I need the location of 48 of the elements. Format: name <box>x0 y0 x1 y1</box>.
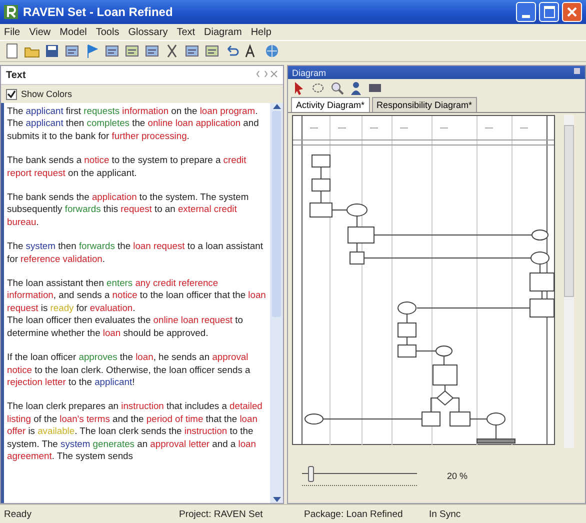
status-text: Ready <box>4 508 32 520</box>
status-text: Project: RAVEN Set <box>179 508 264 520</box>
close-icon <box>567 7 577 17</box>
show-colors-checkbox[interactable]: Show Colors <box>1 85 283 103</box>
zoom-slider[interactable] <box>302 464 417 486</box>
lasso-icon[interactable] <box>311 81 325 95</box>
vertical-scrollbar[interactable] <box>564 115 574 448</box>
status-text: In Sync <box>429 508 461 520</box>
app-logo-icon <box>4 5 18 19</box>
toolbar-icon[interactable] <box>184 43 200 59</box>
toolbar-icon[interactable] <box>204 43 220 59</box>
checkmark-icon <box>7 90 16 98</box>
magnifier-icon[interactable] <box>330 81 344 95</box>
diagram-tab[interactable]: Activity Diagram* <box>291 97 370 112</box>
requirement-paragraph: The system then forwards the loan request to a loan assistant for reference validation. <box>7 240 264 266</box>
toolbar-icon[interactable] <box>104 43 120 59</box>
menu-item[interactable]: Text <box>176 26 196 38</box>
menu-item[interactable]: Model <box>60 26 87 38</box>
panel-title: Text <box>6 70 26 80</box>
menu-item[interactable]: Tools <box>96 26 120 38</box>
zoom-reading: 20 % <box>447 470 468 480</box>
scroll-down-icon[interactable] <box>272 497 280 503</box>
requirement-paragraph: If the loan officer approves the loan, he sends an approval notice to the loan clerk. Otherwise, the loan officer sends a rejection letter to the applicant! <box>7 351 252 388</box>
requirement-paragraph: The loan clerk prepares an instruction that includes a detailed listing of the loan's terms and the period of time that the loan offer is available. The loan clerk sends the instruction to the system. The system generates an approval letter and a loan agreement. The system sends <box>7 400 264 462</box>
toolbar-icon[interactable] <box>124 43 140 59</box>
requirement-paragraph: The bank sends a notice to the system to prepare a credit report request on the applicant. <box>7 154 248 180</box>
window-title: RAVEN Set - Loan Refined <box>23 5 174 19</box>
maximize-button[interactable] <box>539 2 559 22</box>
status-text: Package: Loan Refined <box>304 508 404 520</box>
toolbar-icon[interactable] <box>144 43 160 59</box>
requirement-paragraph: The loan assistant then enters any credit reference information, and sends a notice to the loan officer that the loan request is ready for evaluation. The loan officer then evaluates the online loan request to determine whether the loan should be approved. <box>7 277 267 340</box>
requirement-paragraph: The applicant first requests information on the loan program. The applicant then completes the online loan application and submits it to the bank for further processing. <box>7 105 260 142</box>
menu-item[interactable]: File <box>4 26 20 38</box>
toolbar-icon[interactable] <box>64 43 80 59</box>
document-icon[interactable] <box>4 43 20 59</box>
requirement-paragraph: The bank sends the application to the system. The system subsequently forwards this request to an external credit bureau. <box>7 191 250 228</box>
close-button[interactable] <box>562 2 582 22</box>
menu-item[interactable]: View <box>29 26 51 38</box>
minimize-button[interactable] <box>516 2 536 22</box>
panel-title: Diagram <box>292 68 326 78</box>
diagram-tab[interactable]: Responsibility Diagram* <box>372 97 478 112</box>
scroll-up-icon[interactable] <box>272 103 280 109</box>
vertical-scrollbar[interactable] <box>270 103 283 503</box>
menu-item[interactable]: Help <box>250 26 272 38</box>
menu-item[interactable]: Diagram <box>204 26 242 38</box>
person-icon[interactable] <box>349 81 363 95</box>
menu-item[interactable]: Glossary <box>128 26 168 38</box>
gradient-icon[interactable] <box>368 81 382 95</box>
